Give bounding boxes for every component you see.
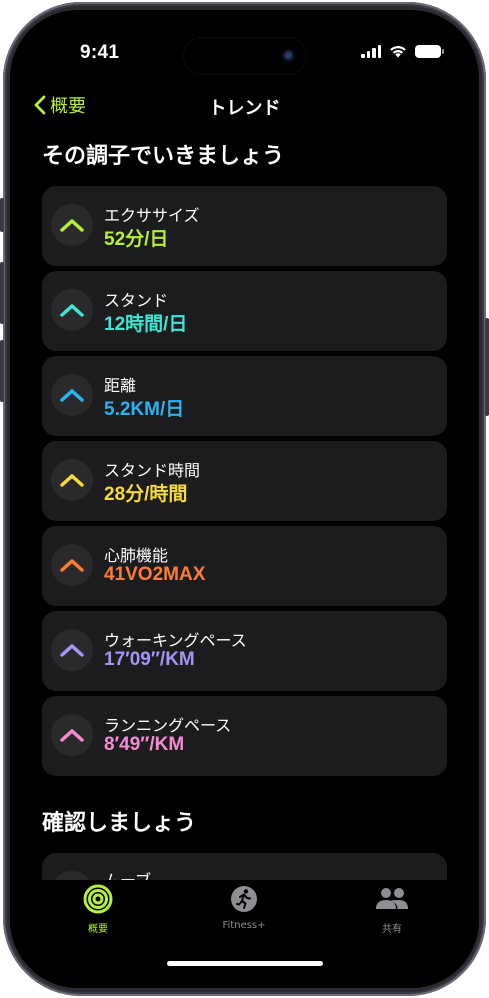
tab-sharing[interactable]: 共有 xyxy=(342,884,442,935)
tab-summary[interactable]: 概要 xyxy=(48,884,148,935)
trend-list: エクササイズ 52分/日 スタンド 12時間/日 距離 5.2KM/日 スタンド… xyxy=(10,186,479,776)
chevron-up-icon xyxy=(60,474,84,487)
side-button xyxy=(485,318,489,416)
trend-label: エクササイズ xyxy=(104,206,200,225)
trend-value: 8′49″/KM xyxy=(104,734,185,755)
trend-up-icon xyxy=(51,459,93,501)
tab-fitness-plus[interactable]: Fitness+ xyxy=(194,884,294,931)
trend-up-icon xyxy=(51,289,93,331)
trend-label: ウォーキングペース xyxy=(104,631,247,650)
dynamic-island xyxy=(184,38,306,74)
trend-label: 心肺機能 xyxy=(104,546,169,565)
section-title-keep-up: その調子でいきましょう xyxy=(42,144,285,169)
page-title: トレンド xyxy=(208,98,281,119)
trend-value: 28分/時間 xyxy=(104,484,188,505)
navigation-bar: 概要 トレンド xyxy=(10,92,479,122)
action-button xyxy=(0,198,4,232)
cellular-signal-icon xyxy=(361,44,381,58)
trend-label: スタンド時間 xyxy=(104,461,201,480)
activity-rings-icon xyxy=(83,884,113,914)
trend-up-icon xyxy=(51,374,93,416)
trend-card-cardio-fitness[interactable]: 心肺機能 41VO2MAX xyxy=(42,526,447,606)
trend-card-running-pace[interactable]: ランニングペース 8′49″/KM xyxy=(42,696,447,776)
chevron-up-icon xyxy=(60,304,84,317)
chevron-up-icon xyxy=(60,729,84,742)
trends-scroll-view[interactable]: その調子でいきましょう エクササイズ 52分/日 スタンド 12時間/日 距離 … xyxy=(10,140,479,888)
trend-card-exercise[interactable]: エクササイズ 52分/日 xyxy=(42,186,447,266)
chevron-up-icon xyxy=(60,559,84,572)
home-indicator[interactable] xyxy=(167,961,323,966)
trend-label: ランニングペース xyxy=(104,716,232,735)
tab-label: Fitness+ xyxy=(222,920,266,931)
trend-value: 12時間/日 xyxy=(104,314,188,335)
tab-label: 概要 xyxy=(88,924,108,935)
tab-label: 共有 xyxy=(382,924,402,935)
chevron-up-icon xyxy=(60,644,84,657)
trend-card-stand[interactable]: スタンド 12時間/日 xyxy=(42,271,447,351)
section-title-check: 確認しましょう xyxy=(42,811,197,836)
trend-up-icon xyxy=(51,204,93,246)
trend-up-icon xyxy=(51,629,93,671)
volume-down-button xyxy=(0,340,4,402)
volume-up-button xyxy=(0,262,4,324)
trend-up-icon xyxy=(51,544,93,586)
front-camera-icon xyxy=(282,49,296,63)
chevron-up-icon xyxy=(60,389,84,402)
trend-value: 52分/日 xyxy=(104,229,169,250)
trend-value: 17′09″/KM xyxy=(104,649,195,670)
tab-bar: 概要 Fitness+ 共有 xyxy=(10,880,479,988)
trend-label: スタンド xyxy=(104,291,169,310)
trend-card-distance[interactable]: 距離 5.2KM/日 xyxy=(42,356,447,436)
trend-label: 距離 xyxy=(104,376,137,395)
status-bar: 9:41 xyxy=(10,10,479,80)
trend-value: 5.2KM/日 xyxy=(104,399,185,420)
runner-icon xyxy=(231,886,257,912)
people-icon xyxy=(376,888,408,909)
chevron-up-icon xyxy=(60,219,84,232)
wifi-icon xyxy=(390,46,406,58)
trend-up-icon xyxy=(51,714,93,756)
trend-card-walking-pace[interactable]: ウォーキングペース 17′09″/KM xyxy=(42,611,447,691)
trend-card-stand-minutes[interactable]: スタンド時間 28分/時間 xyxy=(42,441,447,521)
trend-value: 41VO2MAX xyxy=(104,564,206,585)
status-icons xyxy=(361,44,444,58)
screen: 9:41 概要 トレンド その調子でいきましょう エクササイズ 52分/日 スタ… xyxy=(10,10,479,988)
status-time: 9:41 xyxy=(80,42,120,63)
battery-icon xyxy=(415,44,444,58)
